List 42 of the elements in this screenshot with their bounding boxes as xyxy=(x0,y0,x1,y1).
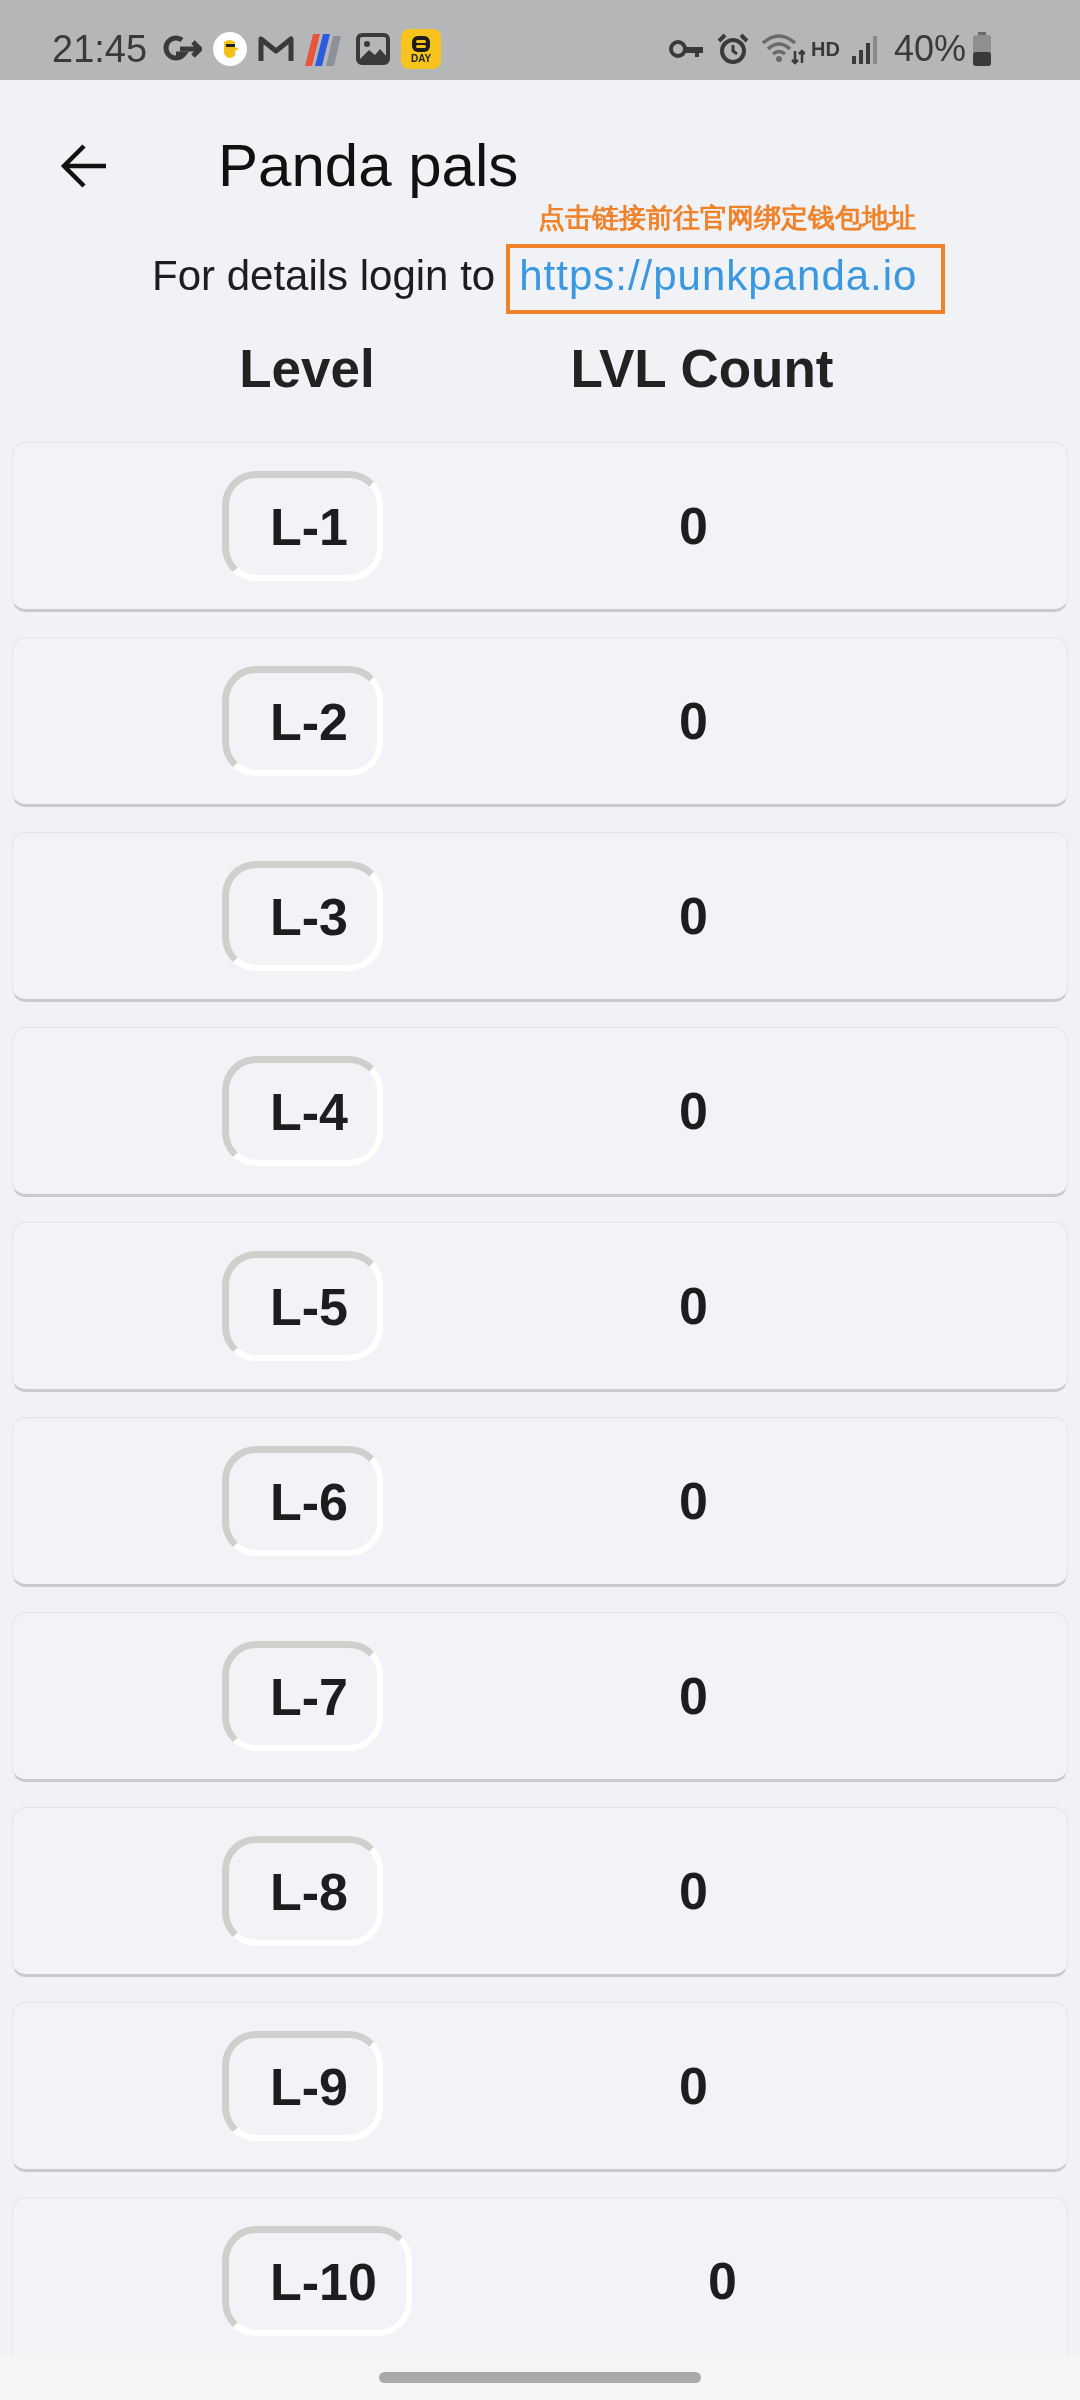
level-chip: L-2 xyxy=(222,666,383,776)
info-text: For details login to xyxy=(152,252,496,300)
network-type-label: HD xyxy=(811,37,840,61)
robot-face-icon xyxy=(411,34,432,53)
level-chip: L-1 xyxy=(222,471,383,581)
key-icon xyxy=(669,38,706,60)
level-count: 0 xyxy=(679,1081,708,1141)
level-count: 0 xyxy=(679,496,708,556)
page-title: Panda pals xyxy=(218,131,519,201)
level-count: 0 xyxy=(679,886,708,946)
level-chip: L-6 xyxy=(222,1446,383,1556)
battery-percent: 40% xyxy=(893,28,966,70)
alarm-clock-icon xyxy=(717,33,750,65)
home-handle[interactable] xyxy=(379,2372,701,2383)
level-count: 0 xyxy=(679,1666,708,1726)
level-chip: L-10 xyxy=(222,2226,412,2336)
level-chip: L-4 xyxy=(222,1056,383,1166)
level-count: 0 xyxy=(679,1471,708,1531)
wifi-icon xyxy=(761,33,806,65)
level-chip: L-8 xyxy=(222,1836,383,1946)
app-icon-label: DAY xyxy=(411,52,432,64)
annotation-note: 点击链接前往官网绑定钱包地址 xyxy=(538,203,917,233)
duck-app-icon xyxy=(213,32,248,66)
level-count: 0 xyxy=(679,1861,708,1921)
level-count: 0 xyxy=(679,1276,708,1336)
column-header: LVL Count xyxy=(569,337,835,399)
status-time: 21:45 xyxy=(52,27,148,71)
level-chip: L-9 xyxy=(222,2031,383,2141)
back-button[interactable] xyxy=(60,144,108,188)
level-count: 0 xyxy=(679,2056,708,2116)
level-chip: L-3 xyxy=(222,861,383,971)
image-icon xyxy=(356,33,391,65)
level-count: 0 xyxy=(679,691,708,751)
mail-m-icon xyxy=(258,35,295,63)
battery-icon xyxy=(972,32,992,66)
level-count: 0 xyxy=(707,2251,737,2311)
level-chip: L-7 xyxy=(222,1641,383,1751)
website-link[interactable]: https://punkpanda.io xyxy=(519,246,918,306)
level-chip: L-5 xyxy=(222,1251,383,1361)
back-arrow-icon xyxy=(60,144,108,188)
signal-bars-icon xyxy=(851,34,880,64)
column-header: Level xyxy=(238,337,376,399)
